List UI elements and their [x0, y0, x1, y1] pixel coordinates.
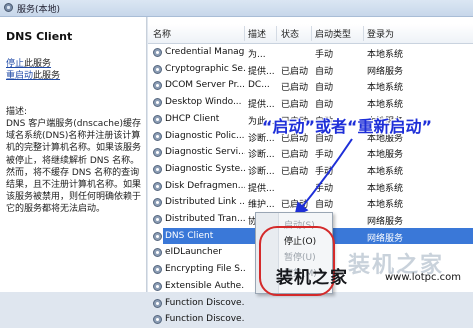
gear-icon [153, 298, 162, 308]
gear-icon [153, 315, 162, 325]
table-row[interactable]: Function Discove... [148, 295, 473, 312]
watermark-main: 装机之家 [276, 268, 348, 288]
watermark-url: www.lotpc.com [385, 272, 461, 283]
arrow-line [294, 138, 353, 217]
annotation-callout: “启动”或者“重新启动” [262, 117, 433, 136]
table-row[interactable]: Function Discove... [148, 311, 473, 328]
service-name-cell: Function Discove... [165, 297, 245, 308]
service-name-cell: Function Discove... [165, 314, 245, 325]
